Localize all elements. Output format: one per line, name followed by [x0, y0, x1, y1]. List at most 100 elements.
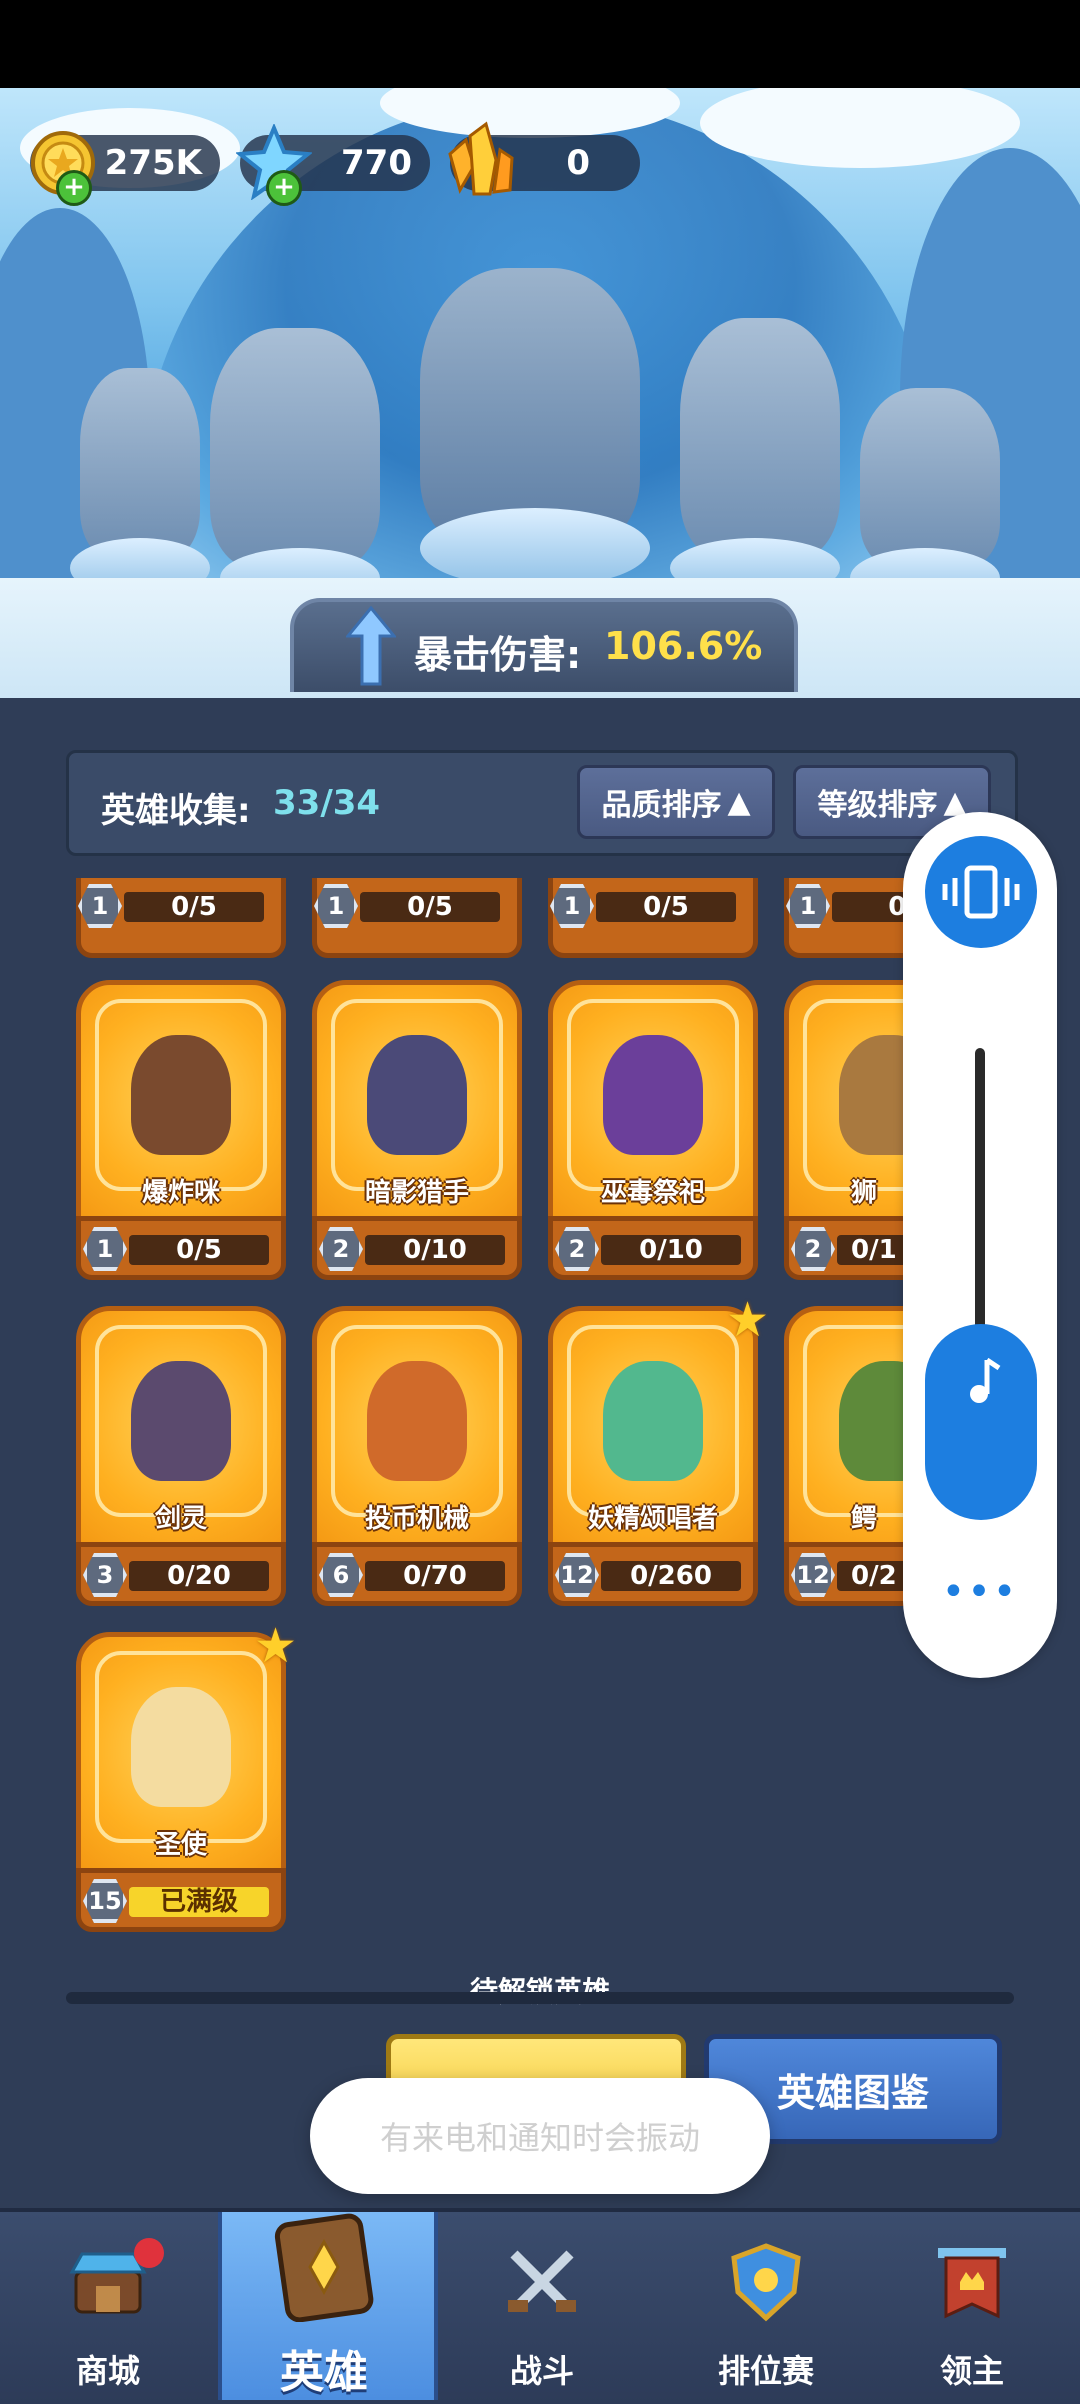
vibration-toast: 有来电和通知时会振动	[310, 2078, 770, 2194]
dragon-statue	[420, 268, 640, 548]
star-icon: ★	[254, 1618, 298, 1674]
card-footer: 1 0/5	[76, 1216, 286, 1280]
level-badge: 1	[550, 884, 594, 928]
hero-card-partial[interactable]: 1 0/	[784, 878, 904, 958]
card-progress: 0/2	[837, 1561, 904, 1591]
hero-card[interactable]: 鳄 12 0/2	[784, 1306, 904, 1606]
vibrate-icon	[942, 865, 1020, 919]
level-badge: 1	[786, 884, 830, 928]
nav-label: 排位赛	[717, 2352, 814, 2390]
card-progress: 0/10	[365, 1235, 505, 1265]
card-progress: 0/5	[124, 892, 264, 922]
card-progress: 0/	[832, 892, 904, 922]
sort-quality-button[interactable]: 品质排序 ▲	[577, 765, 775, 839]
card-progress: 0/5	[129, 1235, 269, 1265]
hero-card-clip: 狮 2 0/1	[784, 980, 904, 1280]
level-badge: 12	[555, 1553, 599, 1597]
hero-card-icon	[274, 2212, 374, 2323]
volume-slider[interactable]	[925, 1324, 1037, 1520]
gold-value: 275K	[104, 143, 202, 183]
shard-value: 0	[566, 143, 590, 183]
more-options-icon[interactable]: •••	[903, 1572, 1057, 1612]
nav-item-battle[interactable]: 战斗	[452, 2208, 632, 2400]
hero-name: 狮	[850, 1178, 877, 1208]
buff-label: 暴击伤害:	[414, 633, 582, 677]
nav-item-ranked[interactable]: 排位赛	[676, 2208, 856, 2400]
card-progress: 0/5	[596, 892, 736, 922]
sort-quality-label: 品质排序	[601, 788, 722, 823]
hero-card[interactable]: 暗影猎手 2 0/10	[312, 980, 522, 1280]
add-gold-button[interactable]: +	[56, 170, 92, 206]
level-badge: 6	[319, 1553, 363, 1597]
volume-track[interactable]	[975, 1048, 985, 1348]
hero-card-partial[interactable]: 1 0/5	[312, 878, 522, 958]
statue	[80, 368, 200, 558]
add-gem-button[interactable]: +	[266, 170, 302, 206]
rank-shield-icon	[726, 2242, 806, 2322]
level-badge: 2	[319, 1227, 363, 1271]
collection-count: 33/34	[273, 783, 381, 823]
triangle-up-icon: ▲	[727, 784, 751, 820]
card-progress: 0/5	[360, 892, 500, 922]
gem-value: 770	[341, 143, 412, 183]
hero-card[interactable]: 巫毒祭祀 2 0/10	[548, 980, 758, 1280]
locked-divider	[66, 1992, 1014, 2004]
hero-name: 暗影猎手	[364, 1178, 469, 1208]
hero-card[interactable]: 爆炸咪 1 0/5	[76, 980, 286, 1280]
card-progress: 0/10	[601, 1235, 741, 1265]
level-badge: 15	[83, 1879, 127, 1923]
hero-card[interactable]: ★ 圣使 15 已满级	[76, 1618, 297, 1932]
hero-card-clip: 鳄 12 0/2	[784, 1306, 904, 1606]
level-badge: 3	[83, 1553, 127, 1597]
hero-card[interactable]: 投币机械 6 0/70	[312, 1306, 522, 1606]
hero-card[interactable]: 狮 2 0/1	[784, 980, 904, 1280]
nav-item-shop[interactable]: 商城	[18, 2208, 198, 2400]
hero-portrait	[131, 1035, 231, 1155]
card-footer: 12 0/2	[784, 1542, 904, 1606]
hero-name: 爆炸咪	[141, 1178, 220, 1208]
nav-label: 英雄	[280, 2347, 368, 2398]
hero-card-partial[interactable]: 1 0/5	[76, 878, 286, 958]
statue	[210, 328, 380, 568]
card-progress: 0/20	[129, 1561, 269, 1591]
collection-header: 英雄收集: 33/34 品质排序 ▲ 等级排序 ▲	[66, 750, 1018, 856]
card-footer: 12 0/260	[548, 1542, 758, 1606]
level-badge: 1	[78, 884, 122, 928]
hero-portrait	[603, 1361, 703, 1481]
card-progress: 0/70	[365, 1561, 505, 1591]
hero-card-partial[interactable]: 1 0/5	[548, 878, 758, 958]
card-footer: 15 已满级	[76, 1868, 286, 1932]
level-badge: 2	[555, 1227, 599, 1271]
hero-portrait	[131, 1687, 231, 1807]
hero-card[interactable]: 剑灵 3 0/20	[76, 1306, 286, 1606]
pedestal	[420, 508, 650, 588]
level-badge: 1	[83, 1227, 127, 1271]
card-progress: 0/260	[601, 1561, 741, 1591]
level-badge: 12	[791, 1553, 835, 1597]
hero-portrait	[367, 1035, 467, 1155]
locked-heroes-title: 待解锁英雄	[0, 1970, 1080, 2010]
statue	[860, 388, 1000, 568]
nav-label: 战斗	[509, 2352, 574, 2390]
level-badge: 2	[791, 1227, 835, 1271]
card-footer: 2 0/1	[784, 1216, 904, 1280]
hero-name: 圣使	[154, 1830, 207, 1860]
hero-name: 巫毒祭祀	[600, 1178, 705, 1208]
nav-item-lord[interactable]: 领主	[882, 2208, 1062, 2400]
nav-item-hero[interactable]: 英雄	[234, 2208, 414, 2400]
hero-name: 投币机械	[364, 1504, 469, 1534]
star-icon: ★	[726, 1292, 770, 1348]
card-progress: 0/1	[837, 1235, 904, 1265]
crossed-swords-icon	[502, 2242, 582, 2322]
orange-crystal-icon	[440, 120, 520, 204]
music-note-icon	[970, 1357, 1001, 1403]
crit-damage-banner: 暴击伤害: 106.6%	[290, 598, 798, 692]
volume-panel: •••	[903, 812, 1057, 1678]
buff-value: 106.6%	[604, 624, 763, 668]
nav-label: 领主	[939, 2352, 1004, 2390]
nav-label: 商城	[75, 2352, 140, 2390]
lord-banner-icon	[932, 2242, 1012, 2322]
hero-portrait	[367, 1361, 467, 1481]
hero-card[interactable]: ★ 妖精颂唱者 12 0/260	[548, 1292, 769, 1606]
vibrate-mode-button[interactable]	[925, 836, 1037, 948]
